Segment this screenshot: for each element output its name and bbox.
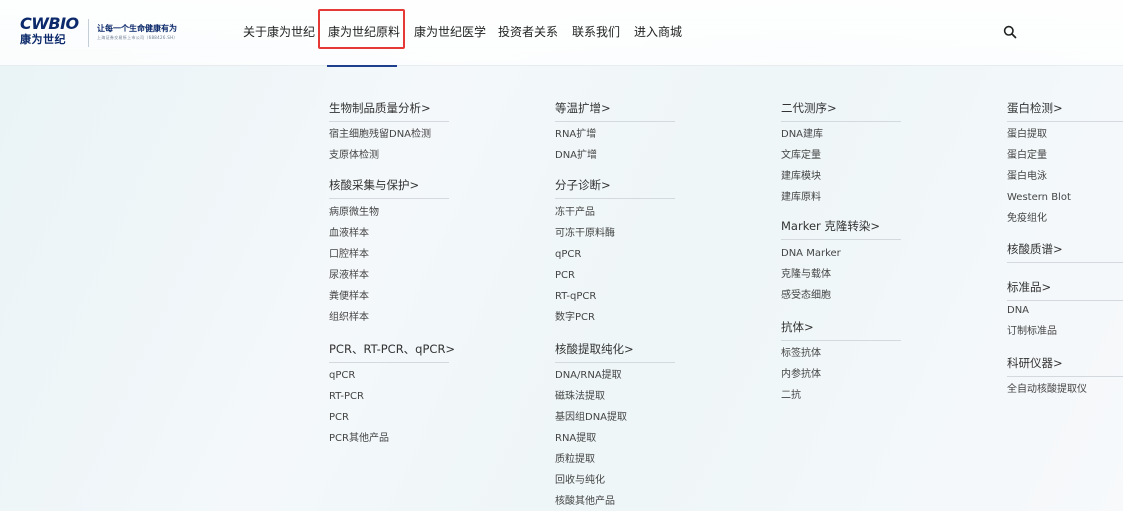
menu-heading[interactable]: 生物制品质量分析> [329,101,431,116]
menu-item[interactable]: 病原微生物 [329,206,379,219]
nav-active-highlight [318,9,405,49]
menu-item[interactable]: 粪便样本 [329,290,369,303]
menu-item[interactable]: 感受态细胞 [781,289,831,302]
nav-active-underline [327,65,397,67]
menu-item[interactable]: RT-qPCR [555,290,596,303]
menu-item[interactable]: 尿液样本 [329,269,369,282]
menu-heading-rule [555,198,675,199]
brand-logo[interactable]: CWBIO 康为世纪 [20,14,79,51]
menu-item[interactable]: 回收与纯化 [555,474,605,487]
menu-item[interactable]: RNA扩增 [555,128,596,141]
slogan-main: 让每一个生命健康有为 [97,24,177,33]
menu-heading[interactable]: 等温扩增> [555,101,611,116]
logo-divider [88,19,89,47]
menu-heading-rule [781,239,901,240]
menu-heading-rule [781,340,901,341]
menu-heading-rule [1007,300,1123,301]
menu-item[interactable]: 蛋白定量 [1007,149,1047,162]
logo-latin: CWBIO [20,14,79,33]
nav-investors[interactable]: 投资者关系 [498,24,558,40]
menu-heading[interactable]: 核酸提取纯化> [555,342,634,357]
menu-item[interactable]: 全自动核酸提取仪 [1007,383,1087,396]
menu-item[interactable]: 支原体检测 [329,149,379,162]
menu-item[interactable]: qPCR [329,369,355,382]
menu-heading[interactable]: Marker 克隆转染> [781,219,880,234]
menu-heading-rule [781,121,901,122]
menu-item[interactable]: 可冻干原料酶 [555,227,615,240]
menu-item[interactable]: 蛋白电泳 [1007,170,1047,183]
menu-heading[interactable]: 科研仪器> [1007,356,1063,371]
menu-item[interactable]: 质粒提取 [555,453,595,466]
menu-heading[interactable]: PCR、RT-PCR、qPCR> [329,342,455,357]
menu-item[interactable]: 组织样本 [329,311,369,324]
logo-cn: 康为世纪 [20,33,66,46]
menu-item[interactable]: qPCR [555,248,581,261]
menu-heading[interactable]: 二代测序> [781,101,837,116]
menu-heading-rule [329,362,449,363]
menu-item[interactable]: DNA Marker [781,247,841,260]
menu-item[interactable]: 免疫组化 [1007,212,1047,225]
menu-heading[interactable]: 抗体> [781,320,814,335]
menu-item[interactable]: 建库原料 [781,191,821,204]
menu-item[interactable]: 冻干产品 [555,206,595,219]
menu-item[interactable]: 数字PCR [555,311,595,324]
menu-item[interactable]: 核酸其他产品 [555,495,615,508]
menu-item[interactable]: 二抗 [781,389,801,402]
menu-item[interactable]: 内参抗体 [781,368,821,381]
menu-item[interactable]: 基因组DNA提取 [555,411,627,424]
menu-item[interactable]: DNA建库 [781,128,823,141]
slogan-sub: 上海证券交易所上市公司（688426.SH） [97,35,178,40]
menu-heading-rule [1007,262,1123,263]
menu-item[interactable]: DNA扩增 [555,149,597,162]
nav-medical[interactable]: 康为世纪医学 [414,24,486,40]
nav-contact[interactable]: 联系我们 [572,24,620,40]
menu-heading-rule [1007,376,1123,377]
menu-heading-rule [555,362,675,363]
site-header: CWBIO 康为世纪 让每一个生命健康有为 上海证券交易所上市公司（688426… [0,0,1123,67]
menu-item[interactable]: 文库定量 [781,149,821,162]
menu-item[interactable]: 蛋白提取 [1007,128,1047,141]
menu-heading[interactable]: 核酸质谱> [1007,242,1063,257]
menu-item[interactable]: RNA提取 [555,432,596,445]
menu-heading[interactable]: 核酸采集与保护> [329,178,419,193]
menu-item[interactable]: Western Blot [1007,191,1071,204]
menu-item[interactable]: 宿主细胞残留DNA检测 [329,128,431,141]
menu-heading-rule [1007,121,1123,122]
menu-item[interactable]: DNA/RNA提取 [555,369,622,382]
nav-shop[interactable]: 进入商城 [634,24,682,40]
menu-item[interactable]: DNA [1007,304,1029,317]
menu-item[interactable]: 建库模块 [781,170,821,183]
menu-item[interactable]: 订制标准品 [1007,325,1057,338]
menu-heading-rule [329,121,449,122]
menu-item[interactable]: RT-PCR [329,390,364,403]
brand-slogan: 让每一个生命健康有为 上海证券交易所上市公司（688426.SH） [97,23,207,41]
menu-item[interactable]: PCR [555,269,575,282]
menu-item[interactable]: 口腔样本 [329,248,369,261]
menu-heading[interactable]: 标准品> [1007,280,1051,295]
menu-item[interactable]: 磁珠法提取 [555,390,605,403]
search-icon[interactable] [1003,25,1017,39]
menu-item[interactable]: 标签抗体 [781,347,821,360]
menu-item[interactable]: PCR [329,411,349,424]
menu-item[interactable]: 克隆与载体 [781,268,831,281]
menu-heading[interactable]: 分子诊断> [555,178,611,193]
menu-heading[interactable]: 蛋白检测> [1007,101,1063,116]
menu-item[interactable]: PCR其他产品 [329,432,389,445]
menu-heading-rule [329,198,449,199]
nav-about[interactable]: 关于康为世纪 [243,24,315,40]
menu-heading-rule [555,121,675,122]
menu-item[interactable]: 血液样本 [329,227,369,240]
